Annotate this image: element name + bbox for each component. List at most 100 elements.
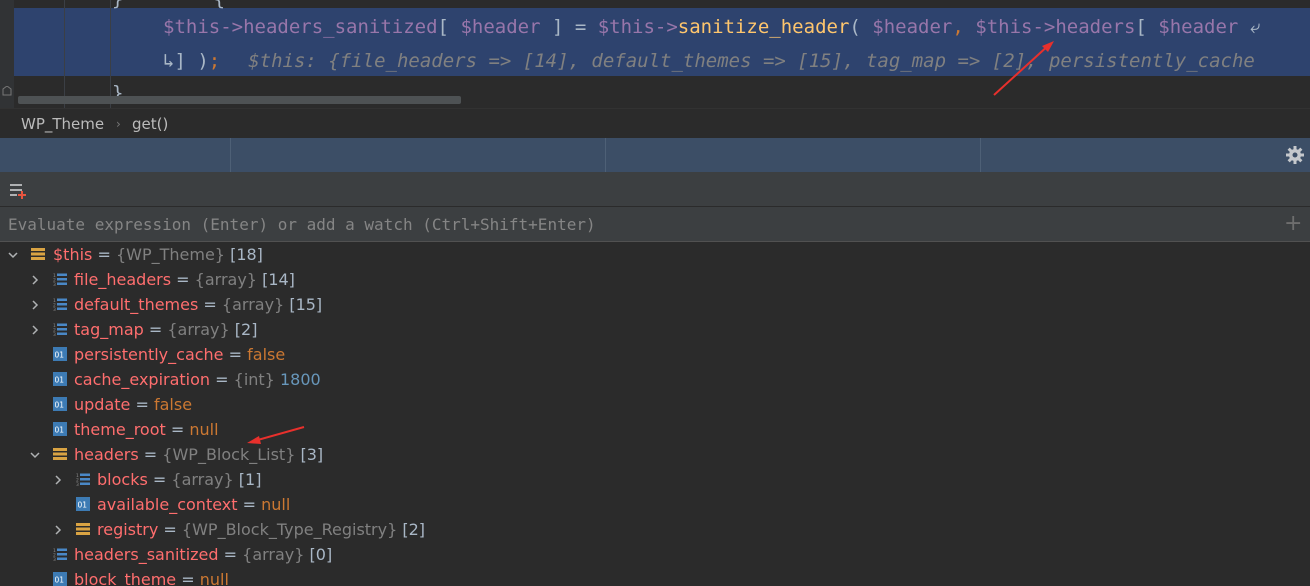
var-name: headers_sanitized <box>74 545 219 564</box>
chevron-right-icon[interactable] <box>51 517 65 542</box>
code-token: headers_sanitized <box>243 16 438 38</box>
array-icon: 123 <box>76 473 90 486</box>
code-line-above: }{ <box>112 0 225 10</box>
array-icon: 123 <box>53 298 67 311</box>
var-type: {array} <box>221 295 285 314</box>
debug-tab-strip <box>0 138 1310 173</box>
chevron-right-icon[interactable] <box>28 317 42 342</box>
variables-tree[interactable]: $this = {WP_Theme} [18] 123 file_headers… <box>0 242 1310 586</box>
code-token: ] ) <box>174 50 209 72</box>
tree-row-persistently-cache[interactable]: 01 persistently_cache = false <box>0 342 1310 367</box>
evaluate-expression-bar: + <box>0 206 1310 242</box>
tab-divider <box>605 138 606 172</box>
soft-wrap-icon: ⤶ <box>1238 16 1261 38</box>
code-line-1: $this->headers_sanitized[ $header ] = $t… <box>163 16 1260 38</box>
code-token: ; <box>208 50 221 72</box>
equals-sign: = <box>181 570 195 586</box>
var-type: {WP_Theme} <box>115 245 225 264</box>
equals-sign: = <box>223 545 238 564</box>
var-name: headers <box>74 445 139 464</box>
breadcrumb: WP_Theme › get() <box>0 108 1310 139</box>
tree-row-headers-sanitized[interactable]: 123 headers_sanitized = {array} [0] <box>0 542 1310 567</box>
svg-text:01: 01 <box>55 401 65 410</box>
var-name: block_theme <box>74 570 177 586</box>
svg-text:3: 3 <box>53 307 56 311</box>
wrap-continuation-icon: ↳ <box>163 50 175 72</box>
object-icon <box>31 248 45 260</box>
var-name: $this <box>53 245 93 264</box>
code-token: , <box>952 16 976 38</box>
gear-icon[interactable] <box>1284 144 1306 166</box>
tree-row-tag-map[interactable]: 123 tag_map = {array} [2] <box>0 317 1310 342</box>
equals-sign: = <box>152 470 167 489</box>
svg-text:3: 3 <box>53 557 56 561</box>
horizontal-scrollbar[interactable] <box>18 96 461 104</box>
tree-row-default-themes[interactable]: 123 default_themes = {array} [15] <box>0 292 1310 317</box>
code-token: $this-> <box>975 16 1056 38</box>
breadcrumb-class[interactable]: WP_Theme <box>21 115 104 133</box>
object-icon <box>76 523 90 535</box>
tree-row-available-context[interactable]: 01 available_context = null <box>0 492 1310 517</box>
equals-sign: = <box>148 320 163 339</box>
primitive-value-icon: 01 <box>76 497 90 511</box>
tree-row-registry[interactable]: registry = {WP_Block_Type_Registry} [2] <box>0 517 1310 542</box>
code-token: $header <box>872 16 953 38</box>
var-value: null <box>199 570 229 586</box>
tree-row-update[interactable]: 01 update = false <box>0 392 1310 417</box>
code-token: ( <box>849 16 873 38</box>
var-name: cache_expiration <box>74 370 211 389</box>
svg-text:01: 01 <box>55 376 65 385</box>
tree-row-this[interactable]: $this = {WP_Theme} [18] <box>0 242 1310 267</box>
add-watch-plus-icon[interactable]: + <box>1284 213 1302 235</box>
primitive-value-icon: 01 <box>53 422 67 436</box>
var-count: [2] <box>402 520 426 539</box>
add-watch-icon[interactable] <box>10 181 28 199</box>
array-icon: 123 <box>53 273 67 286</box>
var-type: {array} <box>242 545 305 564</box>
chevron-down-icon[interactable] <box>6 242 20 267</box>
equals-sign: = <box>163 520 177 539</box>
chevron-right-icon[interactable] <box>28 267 42 292</box>
var-value: false <box>247 345 286 364</box>
chevron-right-icon[interactable] <box>51 467 65 492</box>
breadcrumb-method[interactable]: get() <box>132 115 168 133</box>
code-token: [ <box>1135 16 1159 38</box>
tree-row-file-headers[interactable]: 123 file_headers = {array} [14] <box>0 267 1310 292</box>
var-name: registry <box>97 520 159 539</box>
var-count: [0] <box>309 545 333 564</box>
svg-text:01: 01 <box>55 351 65 360</box>
tree-row-cache-expiration[interactable]: 01 cache_expiration = {int} 1800 <box>0 367 1310 392</box>
array-icon: 123 <box>53 548 67 561</box>
inline-debug-hint[interactable]: $this: {file_headers => [14], default_th… <box>248 50 1255 72</box>
indent-guide <box>110 0 111 108</box>
var-value: null <box>189 420 219 439</box>
equals-sign: = <box>170 420 185 439</box>
code-token: sanitize_header <box>677 16 850 38</box>
primitive-value-icon: 01 <box>53 372 67 386</box>
code-editor[interactable]: }{ $this->headers_sanitized[ $header ] =… <box>0 0 1310 108</box>
tab-divider <box>980 138 981 172</box>
tree-row-block-theme[interactable]: 01 block_theme = null <box>0 567 1310 586</box>
equals-sign: = <box>176 270 190 289</box>
chevron-right-icon[interactable] <box>28 292 42 317</box>
fold-marker-icon[interactable] <box>2 86 12 96</box>
array-icon: 123 <box>53 323 67 336</box>
chevron-down-icon[interactable] <box>28 442 42 467</box>
tree-row-blocks[interactable]: 123 blocks = {array} [1] <box>0 467 1310 492</box>
tree-row-theme-root[interactable]: 01 theme_root = null <box>0 417 1310 442</box>
annotation-arrow-icon <box>993 41 1054 96</box>
svg-text:01: 01 <box>78 501 88 510</box>
primitive-value-icon: 01 <box>53 572 67 586</box>
var-count: [3] <box>300 445 324 464</box>
var-name: available_context <box>97 495 238 514</box>
tab-divider <box>230 138 231 172</box>
variables-toolbar <box>0 172 1310 206</box>
equals-sign: = <box>97 245 111 264</box>
object-icon <box>53 448 67 460</box>
evaluate-expression-input[interactable] <box>0 207 1296 241</box>
svg-text:01: 01 <box>55 426 65 435</box>
var-type: {int} <box>233 370 275 389</box>
equals-sign: = <box>228 345 243 364</box>
svg-text:3: 3 <box>76 482 79 486</box>
tree-row-headers[interactable]: headers = {WP_Block_List} [3] <box>0 442 1310 467</box>
